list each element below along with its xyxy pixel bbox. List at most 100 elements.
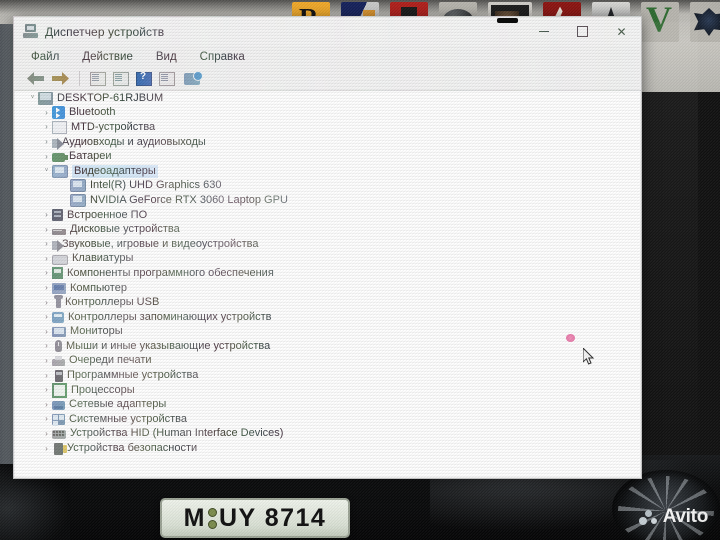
- tree-root-row[interactable]: ᵛ DESKTOP-61RJBUM: [15, 91, 640, 106]
- update-driver-icon[interactable]: [111, 70, 131, 88]
- tree-item-3[interactable]: › Батареи: [15, 149, 640, 164]
- chevron-right-icon[interactable]: ›: [41, 152, 52, 161]
- storage-controller-icon: [52, 311, 64, 323]
- menu-bar: Файл Действие Вид Справка: [14, 46, 641, 67]
- tree-item-label: Контроллеры запоминающих устройств: [68, 310, 272, 323]
- tree-item-7[interactable]: › Встроенное ПО: [15, 208, 640, 223]
- tree-item-label: Intel(R) UHD Graphics 630: [90, 179, 222, 192]
- chevron-right-icon[interactable]: ›: [41, 269, 52, 277]
- device-manager-window: Диспетчер устройств ✕ Файл Действие Вид …: [13, 16, 642, 479]
- forward-icon[interactable]: [49, 70, 71, 88]
- tree-item-label: Компоненты программного обеспечения: [67, 266, 274, 279]
- maximize-button[interactable]: [563, 17, 602, 46]
- menu-action[interactable]: Действие: [79, 50, 136, 64]
- toolbar: [14, 67, 641, 91]
- tree-item-label: Сетевые адаптеры: [69, 398, 167, 411]
- tree-item-23[interactable]: › Устройства безопасности: [15, 441, 640, 456]
- chevron-down-icon[interactable]: ᵛ: [27, 94, 38, 102]
- chevron-right-icon[interactable]: ›: [41, 386, 52, 394]
- tree-item-2[interactable]: › Аудиовходы и аудиовыходы: [15, 135, 640, 150]
- tree-item-label: Клавиатуры: [72, 252, 134, 265]
- print-queue-icon: [52, 355, 65, 366]
- mtd-icon: [52, 120, 67, 134]
- tree-item-5[interactable]: Intel(R) UHD Graphics 630: [15, 179, 640, 194]
- chevron-right-icon[interactable]: ›: [41, 123, 52, 131]
- tree-item-10[interactable]: › Клавиатуры: [15, 252, 640, 267]
- chevron-right-icon[interactable]: ›: [41, 313, 52, 321]
- chevron-down-icon[interactable]: ᵛ: [41, 167, 52, 175]
- properties-icon[interactable]: [88, 70, 108, 88]
- avito-label: Avito: [662, 506, 709, 527]
- tree-item-18[interactable]: › Программные устройства: [15, 368, 640, 383]
- minimize-button[interactable]: [524, 17, 563, 46]
- chevron-right-icon[interactable]: ›: [41, 298, 52, 307]
- tree-item-label: Звуковые, игровые и видеоустройства: [62, 237, 259, 250]
- tree-item-16[interactable]: › Мыши и иные указывающие устройства: [15, 339, 640, 354]
- menu-view[interactable]: Вид: [153, 50, 180, 64]
- tree-node-list: › Bluetooth › MTD-устройства › Аудиовходы и а…: [15, 106, 640, 456]
- computer-node-icon: [52, 282, 66, 294]
- tree-item-label: Дисковые устройства: [70, 223, 180, 236]
- display-adapter-icon: [70, 179, 86, 193]
- dead-pixel-artifact: [566, 334, 575, 342]
- window-title: Диспетчер устройств: [45, 24, 165, 39]
- chevron-right-icon[interactable]: ›: [41, 284, 52, 292]
- tree-item-21[interactable]: › Системные устройства: [15, 412, 640, 427]
- show-hidden-devices-icon[interactable]: [157, 70, 177, 88]
- tree-item-11[interactable]: › Компоненты программного обеспечения: [15, 266, 640, 281]
- tree-item-15[interactable]: › Мониторы: [15, 325, 640, 340]
- chevron-right-icon[interactable]: ›: [41, 356, 52, 365]
- tree-item-label: NVIDIA GeForce RTX 3060 Laptop GPU: [90, 193, 288, 206]
- audio-icon: [52, 137, 64, 150]
- chevron-right-icon[interactable]: ›: [41, 254, 52, 263]
- tree-item-0[interactable]: › Bluetooth: [15, 106, 640, 121]
- help-icon[interactable]: [134, 70, 154, 88]
- tree-item-label: Мыши и иные указывающие устройства: [66, 339, 271, 352]
- tree-item-17[interactable]: › Очереди печати: [15, 354, 640, 369]
- tree-item-label: Компьютер: [70, 281, 127, 294]
- network-adapter-icon: [52, 401, 65, 411]
- tree-item-20[interactable]: › Сетевые адаптеры: [15, 397, 640, 412]
- chevron-right-icon[interactable]: ›: [41, 138, 52, 146]
- tree-item-8[interactable]: › Дисковые устройства: [15, 222, 640, 237]
- tree-item-label: Программные устройства: [67, 369, 199, 382]
- window-titlebar[interactable]: Диспетчер устройств ✕: [14, 17, 641, 46]
- tree-item-label: Мониторы: [70, 325, 123, 338]
- menu-help[interactable]: Справка: [197, 50, 248, 64]
- close-button[interactable]: ✕: [602, 17, 641, 46]
- processor-icon: [52, 382, 67, 398]
- scan-hardware-changes-icon[interactable]: [180, 70, 204, 88]
- software-device-icon: [55, 369, 63, 382]
- monitor-icon: [52, 326, 66, 337]
- tree-item-6[interactable]: NVIDIA GeForce RTX 3060 Laptop GPU: [15, 193, 640, 208]
- tree-item-1[interactable]: › MTD-устройства: [15, 120, 640, 135]
- tree-item-12[interactable]: › Компьютер: [15, 281, 640, 296]
- tree-item-label: Аудиовходы и аудиовыходы: [62, 135, 206, 148]
- chevron-right-icon[interactable]: ›: [41, 371, 52, 380]
- chevron-right-icon[interactable]: ›: [41, 415, 52, 423]
- chevron-right-icon[interactable]: ›: [41, 211, 52, 219]
- tree-item-9[interactable]: › Звуковые, игровые и видеоустройства: [15, 237, 640, 252]
- chevron-right-icon[interactable]: ›: [41, 444, 52, 453]
- chevron-right-icon[interactable]: ›: [41, 400, 52, 409]
- device-tree[interactable]: ᵛ DESKTOP-61RJBUM › Bluetooth › MTD-устройс…: [15, 91, 640, 477]
- chevron-right-icon[interactable]: ›: [41, 108, 52, 117]
- menu-file[interactable]: Файл: [28, 50, 62, 64]
- chevron-right-icon[interactable]: ›: [41, 225, 52, 234]
- chevron-right-icon[interactable]: ›: [41, 240, 52, 248]
- window-controls: ✕: [524, 17, 641, 46]
- tree-item-14[interactable]: › Контроллеры запоминающих устройств: [15, 310, 640, 325]
- plate-region: M: [183, 503, 206, 532]
- chevron-right-icon[interactable]: ›: [41, 327, 52, 336]
- display-adapter-icon: [52, 164, 68, 178]
- firmware-icon: [52, 209, 63, 222]
- tree-item-4[interactable]: ᵛ Видеоадаптеры: [15, 164, 640, 179]
- avito-logo-icon: [638, 508, 658, 527]
- tree-item-19[interactable]: › Процессоры: [15, 382, 640, 398]
- tree-item-13[interactable]: › Контроллеры USB: [15, 295, 640, 310]
- tree-item-label: Устройства HID (Human Interface Devices): [70, 427, 284, 440]
- tree-item-22[interactable]: › Устройства HID (Human Interface Devices…: [15, 427, 640, 442]
- chevron-right-icon[interactable]: ›: [41, 342, 52, 350]
- back-icon[interactable]: [24, 70, 46, 88]
- chevron-right-icon[interactable]: ›: [41, 429, 52, 438]
